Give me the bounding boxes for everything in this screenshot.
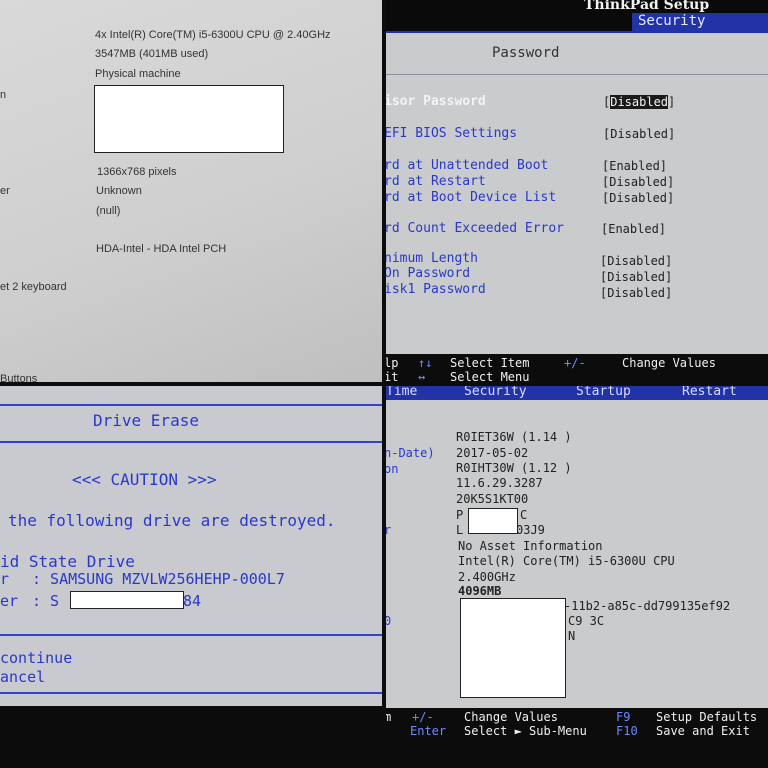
setup-header-bar: ThinkPad Setup Security xyxy=(384,0,768,32)
plusminus-key: +/- xyxy=(564,356,586,370)
tab-restart[interactable]: Restart xyxy=(682,384,737,399)
item-minimum-length-label[interactable]: nimum Length xyxy=(384,251,478,266)
tab-startup[interactable]: Startup xyxy=(576,384,631,399)
item-disk1-password-label[interactable]: isk1 Password xyxy=(384,282,486,297)
change-values-label: Change Values xyxy=(464,710,558,724)
menu-tabs: Time Security Startup Restart xyxy=(384,384,768,400)
title-separator xyxy=(384,74,768,75)
machine-type-value: Physical machine xyxy=(95,68,181,80)
tab-underline xyxy=(384,31,768,33)
machine-type-value: 20K5S1KT00 xyxy=(456,492,529,506)
null-value: (null) xyxy=(96,205,121,217)
bios-main-info-page: Time Security Startup Restart R0IET36W (… xyxy=(384,384,768,768)
arrows-updown-icon: ↑↓ xyxy=(418,356,433,370)
dialog-bottom-border xyxy=(0,692,384,694)
item-count-exceeded-value[interactable]: [Enabled] xyxy=(601,222,666,236)
memory-value: 3547MB (401MB used) xyxy=(95,48,209,60)
serial-prefix: : S xyxy=(32,592,60,610)
label-er: er xyxy=(0,185,10,197)
quadrant-divider-horizontal xyxy=(0,382,768,386)
ec-version-label: on xyxy=(384,462,399,476)
plusminus-key: +/- xyxy=(412,710,434,724)
help-key: lp xyxy=(384,356,399,370)
ec-version-value: R0IHT30W (1.12 ) xyxy=(456,461,572,475)
item-boot-device-list-value[interactable]: [Disabled] xyxy=(602,191,674,205)
f10-key: F10 xyxy=(616,724,638,738)
serial-label: er xyxy=(0,592,19,610)
item-restart-label[interactable]: rd at Restart xyxy=(384,174,486,189)
item-efi-bios-label[interactable]: EFI BIOS Settings xyxy=(384,126,517,141)
warning-text: the following drive are destroyed. xyxy=(8,511,336,530)
item-power-on-password-label[interactable]: On Password xyxy=(384,266,470,281)
audio-value: HDA-Intel - HDA Intel PCH xyxy=(96,243,227,255)
model-label: r xyxy=(0,570,10,588)
key-help-footer: lp ↑↓ Select Item +/- Change Values it ↔… xyxy=(384,354,768,384)
uuid-redaction xyxy=(460,598,566,698)
bios-password-page: ThinkPad Setup Security Password isor Pa… xyxy=(384,0,768,384)
continue-option[interactable]: continue xyxy=(0,649,72,667)
serial-prefix: P xyxy=(456,508,464,522)
item-minimum-length-value[interactable]: [Disabled] xyxy=(600,254,672,268)
dialog-top-border xyxy=(0,404,384,406)
item-restart-value[interactable]: [Disabled] xyxy=(602,175,674,189)
dark-bottom-area xyxy=(0,706,384,768)
serial-redaction xyxy=(70,591,184,609)
item-power-on-password-value[interactable]: [Disabled] xyxy=(600,270,672,284)
label-keyboard: et 2 keyboard xyxy=(0,281,67,293)
uuid-tail: -11b2-a85c-dd799135ef92 xyxy=(564,599,731,613)
system-board-suffix: 03J9 xyxy=(516,523,545,537)
item-boot-device-list-label[interactable]: rd at Boot Device List xyxy=(384,190,556,205)
model-value: : SAMSUNG MZVLW256HEHP-000L7 xyxy=(32,570,285,588)
item-supervisor-password-value[interactable]: [Disabled] xyxy=(603,95,675,109)
system-board-prefix: L xyxy=(456,523,464,537)
unknown-value: Unknown xyxy=(96,185,142,197)
key-help-footer: m +/- Change Values F9 Setup Defaults En… xyxy=(384,708,768,768)
mac-tail: C9 3C xyxy=(568,614,605,628)
dialog-title: Drive Erase xyxy=(93,411,199,430)
label-n: n xyxy=(0,89,7,101)
selected-value: Disabled xyxy=(610,95,669,109)
serial-suffix: C xyxy=(520,508,528,522)
redaction-box xyxy=(94,85,284,153)
item-disk1-password-value[interactable]: [Disabled] xyxy=(600,286,672,300)
f9-key: F9 xyxy=(616,710,631,724)
caution-heading: <<< CAUTION >>> xyxy=(72,470,217,489)
tab-security[interactable]: Security xyxy=(464,384,527,399)
setup-defaults-label: Setup Defaults xyxy=(656,710,758,724)
save-exit-label: Save and Exit xyxy=(656,724,750,738)
n-tail: N xyxy=(568,629,576,643)
bios-date-value: 2017-05-02 xyxy=(456,446,529,460)
serial-suffix: 84 xyxy=(183,592,202,610)
tab-security-label: Security xyxy=(638,13,706,29)
asset-tag-value: No Asset Information xyxy=(458,539,603,553)
select-item-label: Select Item xyxy=(450,356,530,370)
item-unattended-boot-label[interactable]: rd at Unattended Boot xyxy=(384,158,548,173)
item-count-exceeded-label[interactable]: rd Count Exceeded Error xyxy=(384,221,564,236)
tab-security[interactable]: Security xyxy=(632,13,768,31)
item-supervisor-password-label[interactable]: isor Password xyxy=(384,94,486,109)
cpu-speed-value: 2.400GHz xyxy=(458,570,516,584)
drive-type: id State Drive xyxy=(0,552,135,571)
change-values-label: Change Values xyxy=(622,356,716,370)
bios-version-value: R0IET36W (1.14 ) xyxy=(456,430,572,444)
item-unattended-boot-value[interactable]: [Enabled] xyxy=(602,159,667,173)
drive-erase-dialog: Drive Erase <<< CAUTION >>> the followin… xyxy=(0,384,384,768)
serial-redaction xyxy=(468,508,518,534)
bios-date-label: n-Date) xyxy=(384,446,435,460)
title-divider xyxy=(0,441,384,443)
enter-key: Enter xyxy=(410,724,447,738)
cancel-option[interactable]: ancel xyxy=(0,668,45,686)
tab-time[interactable]: Time xyxy=(386,384,417,399)
options-divider xyxy=(0,634,384,636)
item-efi-bios-value[interactable]: [Disabled] xyxy=(603,127,675,141)
resolution-value: 1366x768 pixels xyxy=(97,166,177,178)
setup-title: ThinkPad Setup xyxy=(584,0,710,13)
me-version-value: 11.6.29.3287 xyxy=(456,476,543,490)
memory-value: 4096MB xyxy=(458,584,502,598)
cpu-type-value: Intel(R) Core(TM) i5-6300U CPU xyxy=(458,554,675,568)
page-title: Password xyxy=(492,45,560,61)
select-submenu-label: Select ► Sub-Menu xyxy=(464,724,587,738)
system-info-panel: 4x Intel(R) Core(TM) i5-6300U CPU @ 2.40… xyxy=(0,0,384,384)
cpu-value: 4x Intel(R) Core(TM) i5-6300U CPU @ 2.40… xyxy=(95,29,331,41)
